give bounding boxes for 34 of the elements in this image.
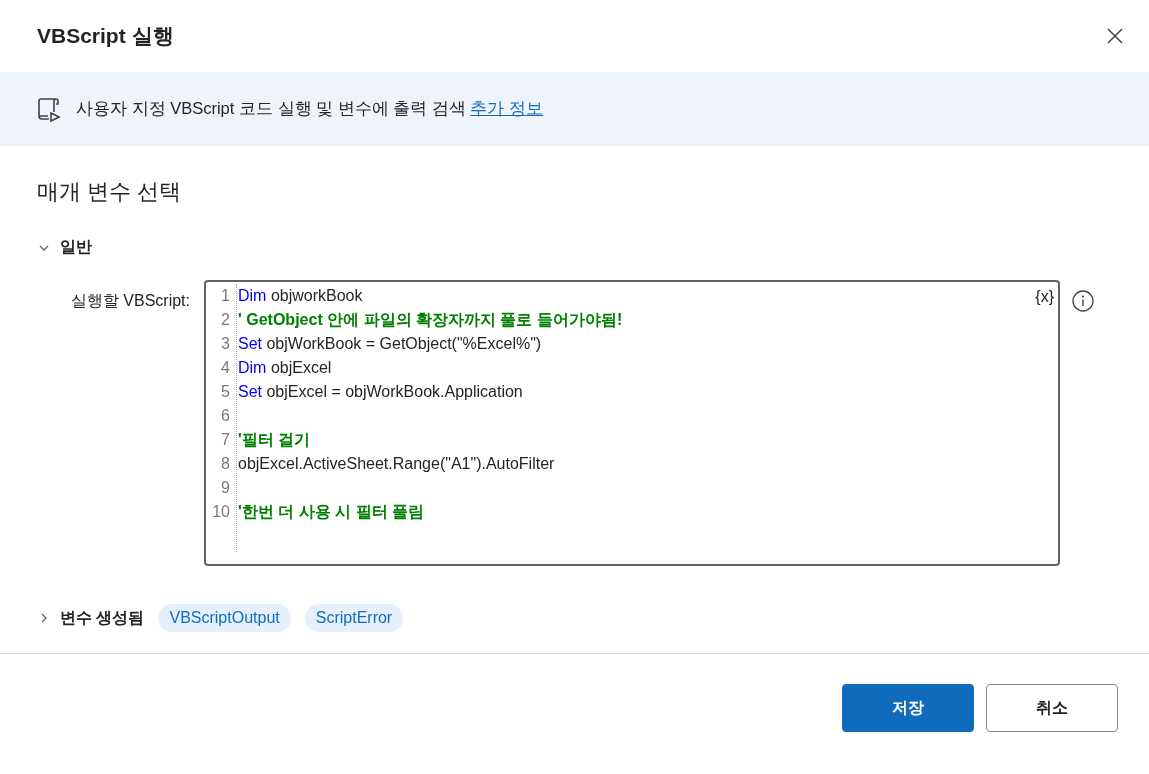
variable-tag: ScriptError [304,604,404,632]
line-number: 10 [211,503,231,521]
dialog-title: VBScript 실행 [37,23,174,49]
line-number: 6 [220,407,231,425]
variable-button[interactable]: {x} [1035,288,1054,306]
code-line: '필터 걸기 [237,429,311,450]
code-line: ' GetObject 안에 파일의 확장자까지 풀로 들어가야됨! [237,309,623,330]
line-number: 9 [220,479,231,497]
section-heading: 매개 변수 선택 [37,178,183,206]
code-line: objExcel.ActiveSheet.Range("A1").AutoFilter [237,455,555,473]
more-info-link[interactable]: 추가 정보 [470,99,544,117]
section-label[interactable]: 변수 생성됨 [60,607,145,629]
line-number: 3 [220,335,231,353]
cancel-button[interactable]: 취소 [986,684,1118,732]
close-icon[interactable] [1107,28,1123,44]
code-line: Dim objworkBook [237,287,363,305]
field-label: 실행할 VBScript: [69,291,190,311]
variable-tag: VBScriptOutput [158,604,291,632]
line-number: 4 [220,359,231,377]
save-button[interactable]: 저장 [842,684,974,732]
line-number: 2 [220,311,231,329]
line-number: 5 [220,383,231,401]
section-label[interactable]: 일반 [60,237,92,258]
script-icon [36,96,62,122]
code-editor[interactable] [204,280,1060,566]
info-text: 사용자 지정 VBScript 코드 실행 및 변수에 출력 검색 추가 정보 [76,98,544,119]
code-line: '한번 더 사용 시 필터 풀림 [237,501,425,522]
line-number: 7 [220,431,231,449]
code-line: Set objExcel = objWorkBook.Application [237,383,523,401]
line-number: 8 [220,455,231,473]
info-icon[interactable] [1072,290,1094,312]
code-line: Set objWorkBook = GetObject("%Excel%") [237,335,542,353]
code-line: Dim objExcel [237,359,332,377]
line-number: 1 [220,287,231,305]
